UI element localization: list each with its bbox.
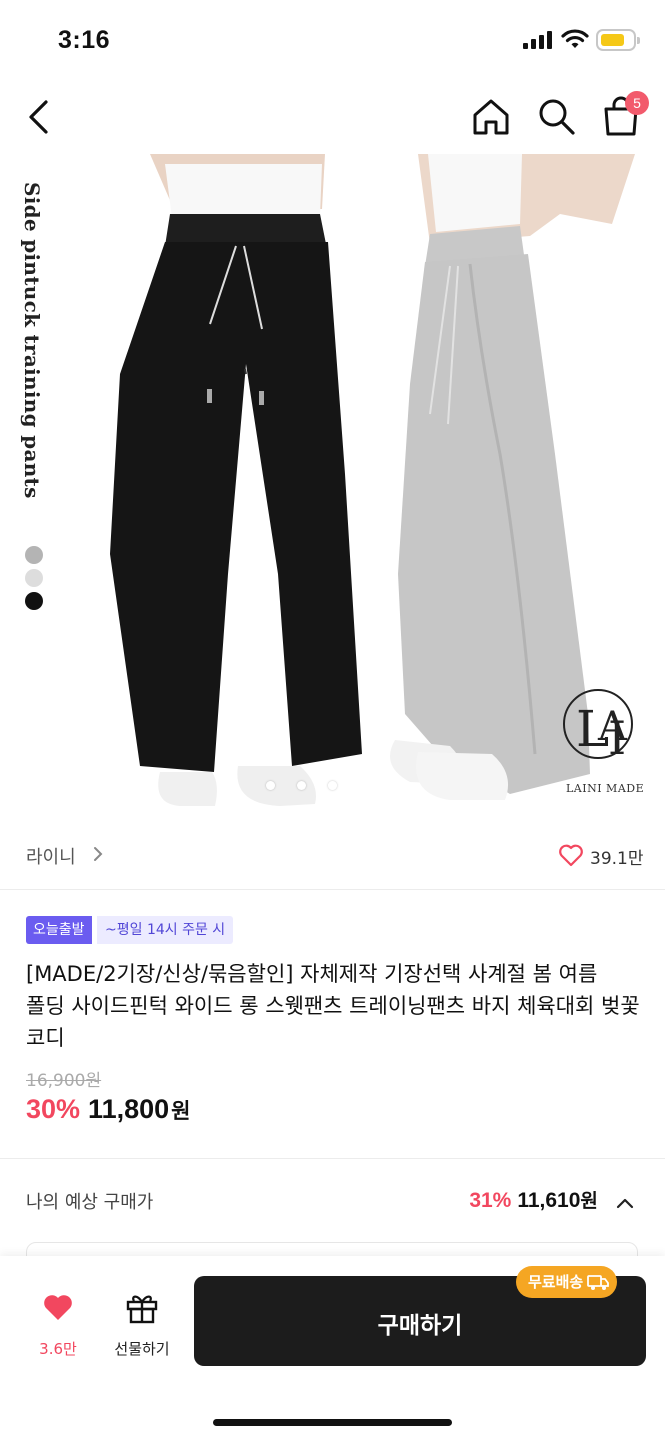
side-caption-text: Side pintuck training pants [20, 182, 44, 499]
heart-filled-icon [44, 1295, 72, 1320]
chevron-up-icon[interactable] [615, 1196, 635, 1210]
search-icon[interactable] [536, 96, 576, 136]
discount-rate: 30% [26, 1094, 81, 1124]
cellular-signal-icon [523, 31, 552, 49]
original-price: 16,900원 [26, 1071, 102, 1091]
gift-icon [126, 1295, 158, 1324]
shop-row[interactable]: 라이니 39.1만 [0, 816, 665, 890]
expected-currency: 원 [580, 1190, 598, 1212]
svg-text:I: I [608, 711, 626, 765]
free-shipping-label: 무료배송 [528, 1273, 584, 1291]
color-swatch-gray [25, 546, 43, 564]
buy-label: 구매하기 [377, 1313, 463, 1339]
home-icon[interactable] [470, 97, 512, 137]
product-title: [MADE/2기장/신상/묶음할인] 자체제작 기장선택 사계절 봄 여름 폴딩… [26, 962, 640, 1050]
wifi-icon [561, 29, 589, 48]
gift-label: 선물하기 [114, 1340, 170, 1358]
expected-price: 11,610 [517, 1189, 581, 1212]
sale-price: 11,800 [88, 1094, 170, 1124]
price-row: 30% 11,800원 [26, 1094, 190, 1134]
heart-outline-icon[interactable] [558, 843, 584, 867]
truck-icon [587, 1275, 610, 1290]
expected-price-label: 나의 예상 구매가 [26, 1192, 154, 1213]
wishlist-button[interactable]: 3.6만 [22, 1292, 94, 1362]
delivery-badge-main: 오늘출발 [26, 916, 92, 944]
section-divider [0, 1158, 665, 1159]
side-caption: Side pintuck training pants [20, 182, 50, 542]
product-image-carousel[interactable]: Side pintuck training pants L A I LAINI … [0, 154, 665, 816]
top-nav [0, 80, 665, 154]
like-count: 39.1만 [590, 849, 644, 869]
wishlist-count: 3.6만 [39, 1340, 77, 1358]
delivery-badge-sub: ~평일 14시 주문 시 [97, 916, 234, 944]
battery-icon [596, 29, 640, 51]
chevron-right-icon [94, 847, 103, 861]
status-time: 3:16 [58, 26, 111, 54]
expected-discount: 31% [469, 1189, 512, 1212]
color-swatch-black [25, 592, 43, 610]
brand-logo-mark: L A I [563, 689, 633, 765]
gift-button[interactable]: 선물하기 [104, 1292, 180, 1362]
back-arrow-icon[interactable] [24, 98, 54, 136]
bottom-action-bar: 3.6만 선물하기 구매하기 무료배송 [0, 1256, 665, 1440]
cart-count-badge: 5 [625, 91, 649, 115]
color-swatch-light-gray [25, 569, 43, 587]
currency-unit: 원 [171, 1099, 191, 1123]
shop-name[interactable]: 라이니 [26, 843, 76, 869]
brand-logo-text: LAINI MADE [566, 782, 645, 795]
status-bar: 3:16 [0, 0, 665, 80]
expected-price-row[interactable]: 나의 예상 구매가 31% 11,610원 [0, 1160, 665, 1240]
home-indicator [213, 1419, 452, 1426]
free-shipping-badge: 무료배송 [516, 1266, 618, 1298]
expected-price-value: 31% 11,610원 [469, 1186, 635, 1213]
